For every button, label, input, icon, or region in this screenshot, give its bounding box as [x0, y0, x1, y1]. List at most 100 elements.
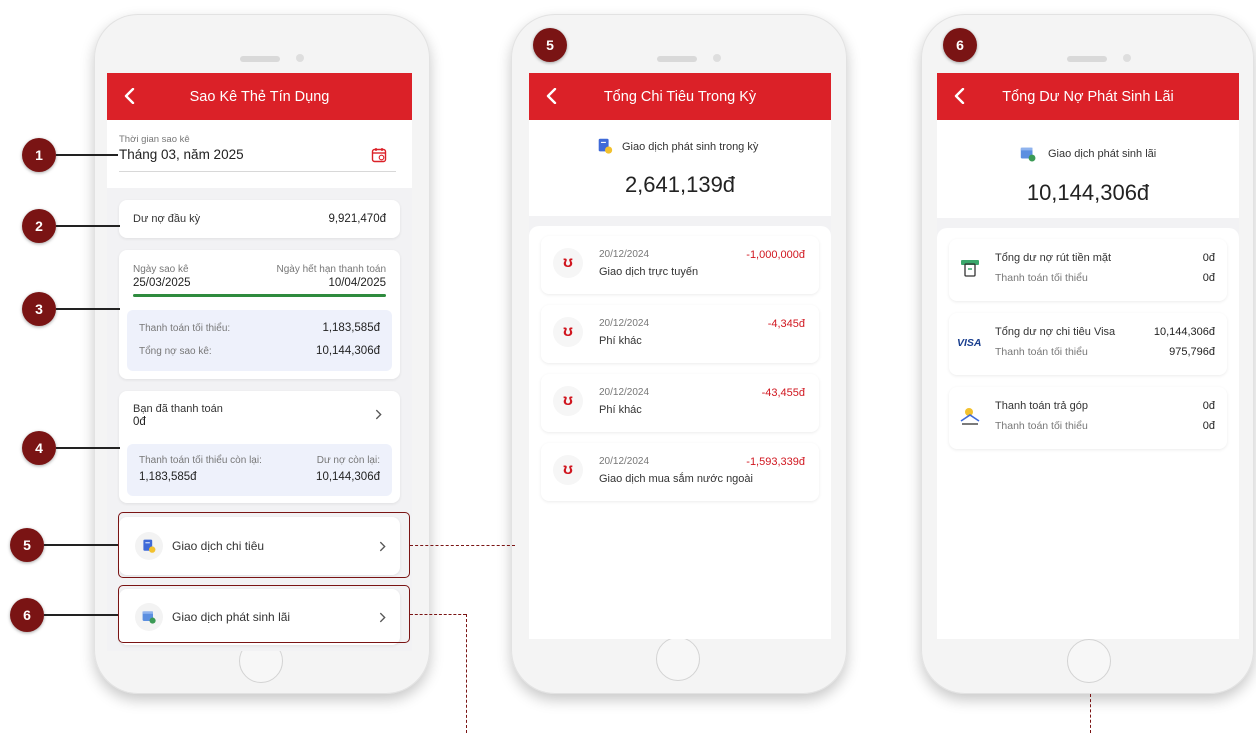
highlight-frame-6 — [118, 585, 410, 643]
statement-date: 25/03/2025 — [133, 277, 191, 289]
min-payment-label: Thanh toán tối thiểu: — [139, 323, 231, 334]
transaction-amount: -4,345đ — [767, 318, 805, 330]
page-title: Tổng Chi Tiêu Trong Kỳ — [603, 88, 757, 105]
item-value: 10,144,306đ — [1153, 326, 1215, 338]
transaction-date: 20/12/2024 — [599, 387, 650, 398]
phone-interest: Tổng Dư Nợ Phát Sinh Lãi Giao dịch phát … — [921, 14, 1254, 694]
min-remaining-label: Thanh toán tối thiểu còn lại: — [139, 455, 262, 466]
transaction-amount: -1,593,339đ — [746, 456, 805, 468]
debt-remaining-label: Dư nợ còn lại: — [316, 455, 380, 466]
transaction-row[interactable]: ʊ 20/12/2024 -1,593,339đ Giao dịch mua s… — [541, 443, 819, 501]
transaction-desc: Phí khác — [599, 404, 642, 416]
merchant-logo-icon: ʊ — [553, 248, 583, 278]
connector-5 — [410, 545, 515, 546]
annotation-line-3 — [56, 308, 120, 310]
summary-value: 2,641,139đ — [624, 172, 736, 197]
transaction-amount: -43,455đ — [761, 387, 805, 399]
annotation-line-5 — [44, 544, 118, 546]
debt-remaining-value: 10,144,306đ — [316, 471, 380, 483]
item-value: 0đ — [1202, 400, 1215, 412]
item-label: Thanh toán trả góp — [995, 400, 1088, 412]
annotation-badge-6: 6 — [10, 598, 44, 632]
installment-icon — [960, 408, 980, 425]
period-section[interactable]: Thời gian sao kê Tháng 03, năm 2025 — [107, 120, 412, 188]
back-arrow-icon[interactable] — [545, 88, 559, 104]
page-title: Tổng Dư Nợ Phát Sinh Lãi — [1002, 88, 1174, 105]
summary-label: Giao dịch phát sinh lãi — [1048, 148, 1157, 160]
annotation-line-6 — [44, 614, 118, 616]
camera — [1123, 54, 1131, 62]
transaction-date: 20/12/2024 — [599, 249, 650, 260]
statement-card: Ngày sao kê 25/03/2025 Ngày hết hạn than… — [119, 250, 400, 379]
item-label: Tổng dư nợ rút tiền mặt — [995, 252, 1112, 264]
payment-summary-box: Thanh toán tối thiểu: 1,183,585đ Tổng nợ… — [127, 310, 392, 371]
camera — [296, 54, 304, 62]
item-value: 0đ — [1202, 252, 1215, 264]
due-date-label: Ngày hết hạn thanh toán — [276, 264, 386, 275]
total-debt-value: 10,144,306đ — [316, 345, 380, 357]
annotation-badge-phone2: 5 — [533, 28, 567, 62]
speaker — [657, 56, 697, 62]
progress-bar — [133, 294, 386, 297]
item-label: Tổng dư nợ chi tiêu Visa — [995, 326, 1116, 338]
opening-value: 9,921,470đ — [328, 213, 386, 225]
camera — [713, 54, 721, 62]
annotation-badge-phone3: 6 — [943, 28, 977, 62]
transaction-row[interactable]: ʊ 20/12/2024 -43,455đ Phí khác — [541, 374, 819, 432]
cash-icon — [961, 260, 979, 277]
back-arrow-icon[interactable] — [123, 88, 137, 104]
merchant-logo-icon: ʊ — [553, 317, 583, 347]
page-title: Sao Kê Thẻ Tín Dụng — [189, 88, 330, 105]
header: Sao Kê Thẻ Tín Dụng — [107, 73, 412, 120]
installment-row[interactable]: Thanh toán trả góp 0đ Thanh toán tối thi… — [949, 387, 1227, 449]
header: Tổng Chi Tiêu Trong Kỳ — [529, 73, 831, 120]
home-button[interactable] — [656, 637, 700, 681]
summary-section: Giao dịch phát sinh lãi 10,144,306đ — [937, 120, 1239, 218]
receipt-icon — [598, 138, 613, 154]
transaction-desc: Giao dịch trực tuyến — [599, 266, 699, 278]
transaction-row[interactable]: ʊ 20/12/2024 -4,345đ Phí khác — [541, 305, 819, 363]
transaction-date: 20/12/2024 — [599, 318, 650, 329]
interest-screen: Tổng Dư Nợ Phát Sinh Lãi Giao dịch phát … — [937, 73, 1239, 639]
annotation-badge-1: 1 — [22, 138, 56, 172]
connector-6-v — [466, 614, 467, 733]
transaction-list: ʊ 20/12/2024 -1,000,000đ Giao dịch trực … — [529, 226, 831, 639]
item-sub-value: 0đ — [1202, 420, 1215, 432]
item-sub-label: Thanh toán tối thiểu — [995, 420, 1088, 432]
interest-list: Tổng dư nợ rút tiền mặt 0đ Thanh toán tố… — [937, 228, 1239, 639]
home-button[interactable] — [1067, 639, 1111, 683]
visa-debt-row[interactable]: VISA Tổng dư nợ chi tiêu Visa 10,144,306… — [949, 313, 1227, 375]
item-sub-value: 0đ — [1202, 272, 1215, 284]
min-remaining-value: 1,183,585đ — [139, 471, 197, 483]
calendar-icon[interactable] — [371, 147, 387, 163]
cash-debt-row[interactable]: Tổng dư nợ rút tiền mặt 0đ Thanh toán tố… — [949, 239, 1227, 301]
annotation-line-1 — [56, 154, 118, 156]
chevron-right-icon[interactable] — [375, 409, 382, 420]
interest-icon — [1020, 147, 1036, 162]
item-sub-label: Thanh toán tối thiểu — [995, 346, 1088, 358]
back-arrow-icon[interactable] — [953, 88, 967, 104]
merchant-logo-icon: ʊ — [553, 386, 583, 416]
opening-balance-card: Dư nợ đầu kỳ 9,921,470đ — [119, 200, 400, 238]
period-value: Tháng 03, năm 2025 — [119, 147, 244, 162]
transaction-desc: Phí khác — [599, 335, 642, 347]
summary-value: 10,144,306đ — [1026, 180, 1150, 205]
annotation-badge-2: 2 — [22, 209, 56, 243]
annotation-line-2 — [56, 225, 120, 227]
item-sub-value: 975,796đ — [1169, 346, 1215, 358]
merchant-logo-icon: ʊ — [553, 455, 583, 485]
annotation-badge-3: 3 — [22, 292, 56, 326]
period-label: Thời gian sao kê — [119, 134, 190, 145]
annotation-badge-5: 5 — [10, 528, 44, 562]
visa-icon: VISA — [957, 337, 982, 349]
annotation-line-4 — [56, 447, 120, 449]
speaker — [240, 56, 280, 62]
summary-label: Giao dịch phát sinh trong kỳ — [622, 141, 759, 153]
transaction-desc: Giao dịch mua sắm nước ngoài — [599, 473, 753, 485]
annotation-badge-4: 4 — [22, 431, 56, 465]
paid-value: 0đ — [133, 416, 146, 428]
transaction-date: 20/12/2024 — [599, 456, 650, 467]
transaction-row[interactable]: ʊ 20/12/2024 -1,000,000đ Giao dịch trực … — [541, 236, 819, 294]
paid-card[interactable]: Bạn đã thanh toán 0đ Thanh toán tối thiể… — [119, 391, 400, 503]
statement-date-label: Ngày sao kê — [133, 264, 189, 275]
